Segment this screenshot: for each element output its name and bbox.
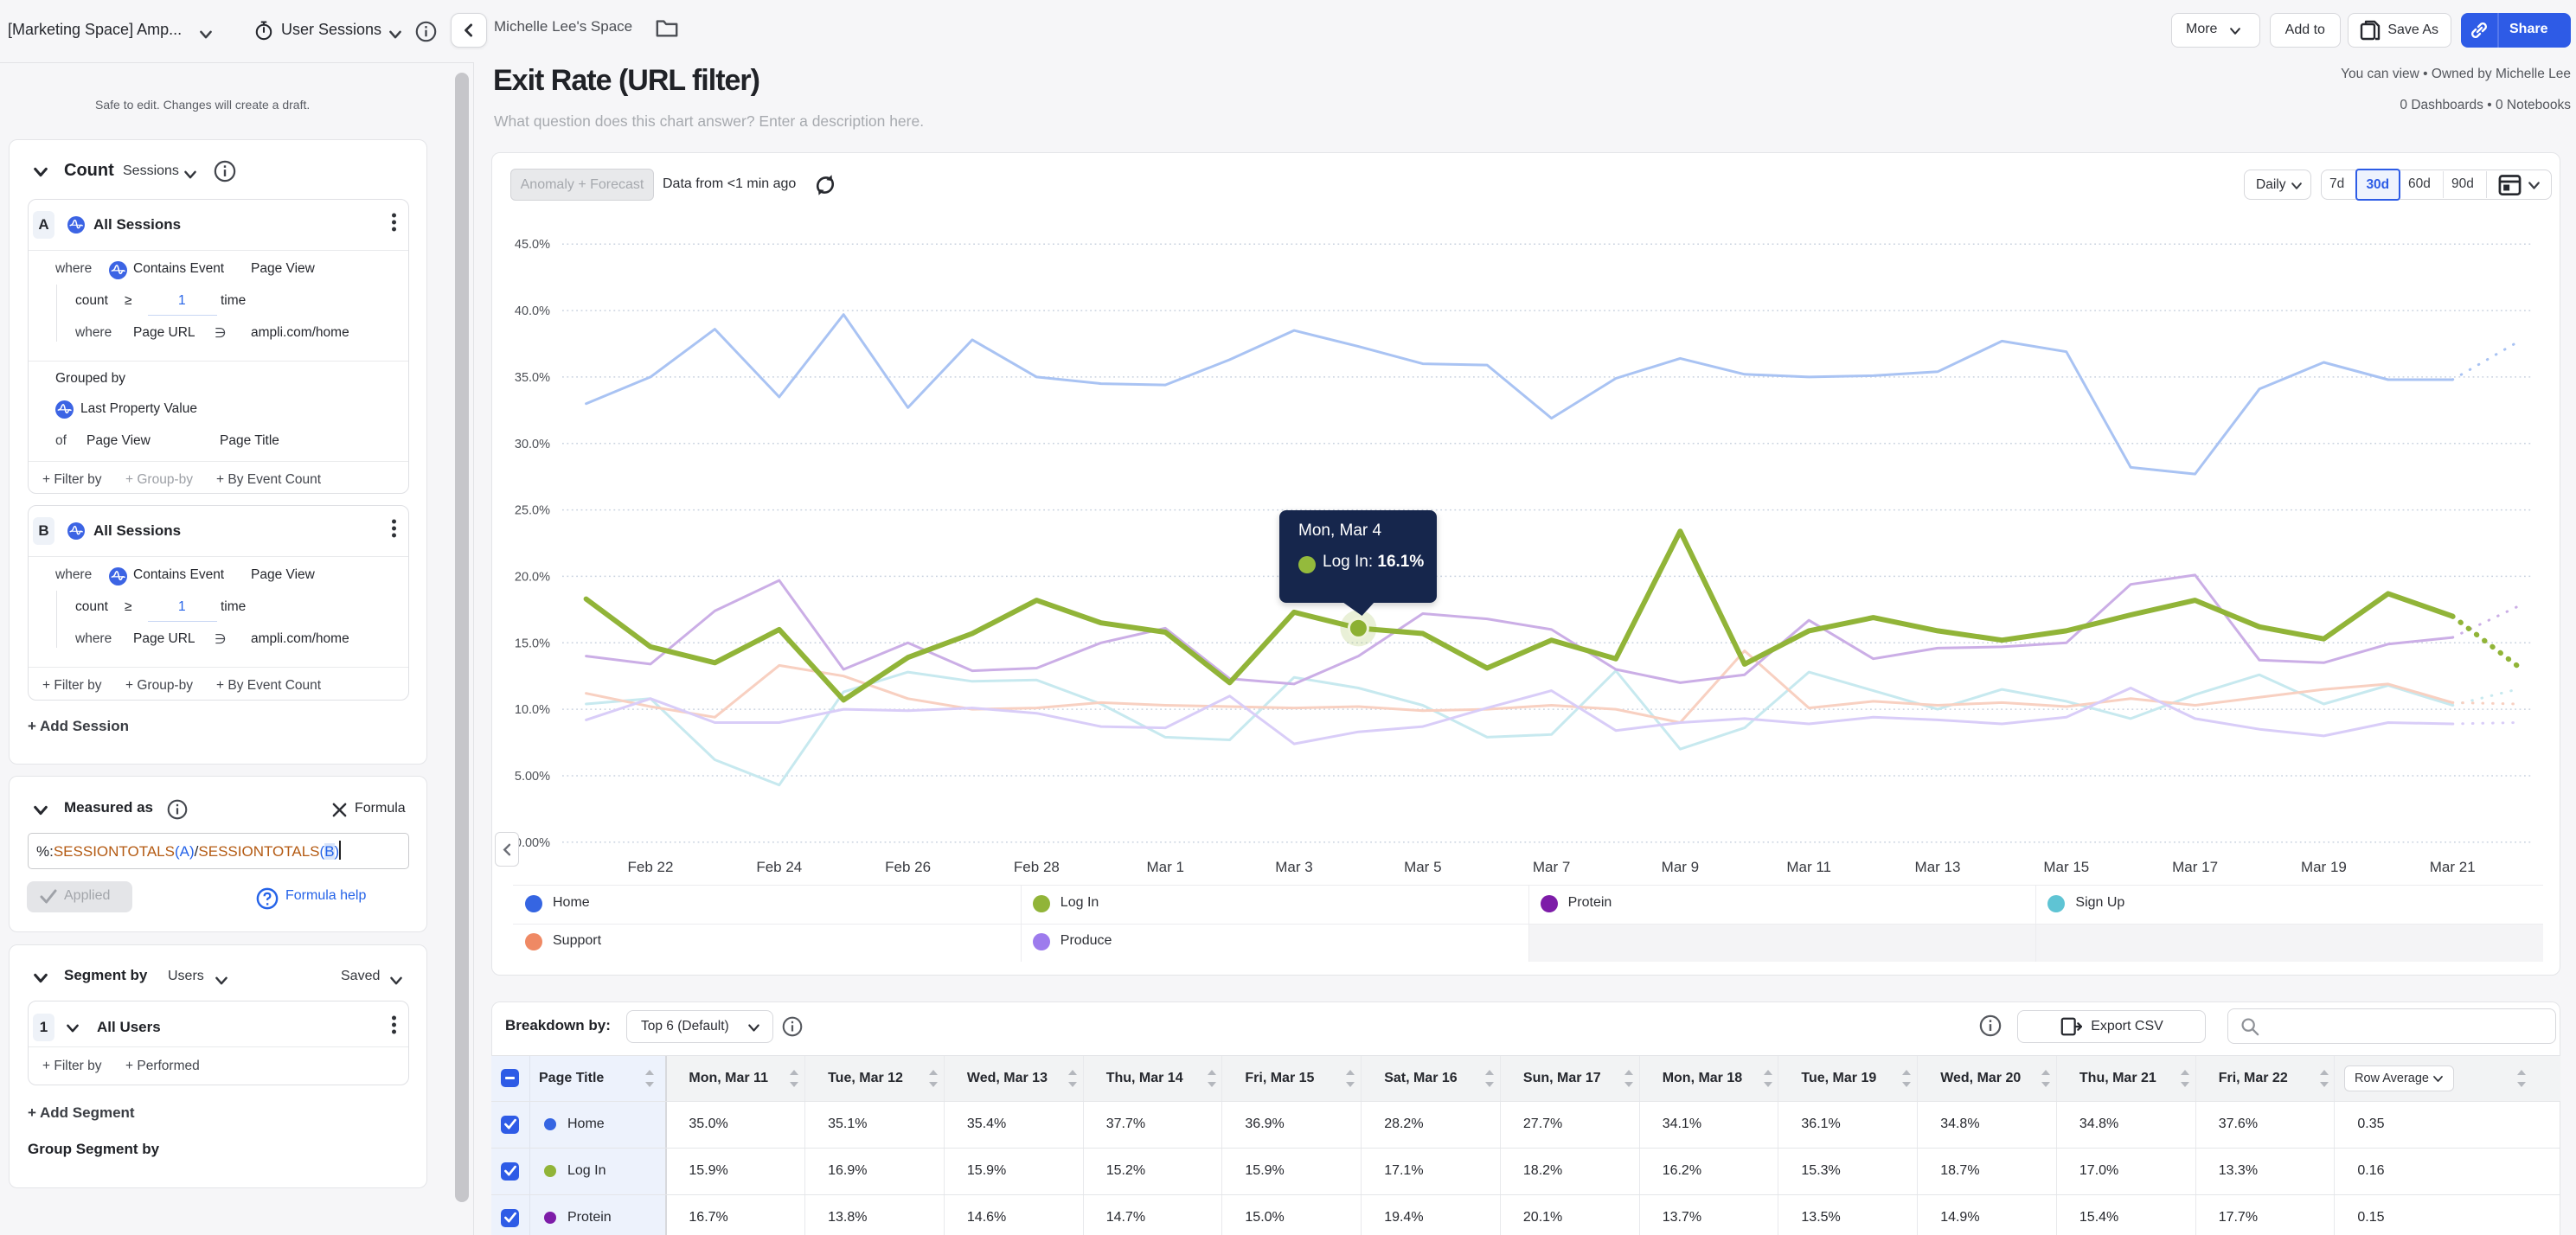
svg-text:Mar 21: Mar 21: [2430, 859, 2476, 875]
svg-text:0.00%: 0.00%: [515, 836, 550, 850]
svg-text:Mar 3: Mar 3: [1275, 859, 1312, 875]
svg-text:Mar 19: Mar 19: [2301, 859, 2347, 875]
svg-text:15.0%: 15.0%: [515, 637, 550, 650]
svg-text:Mar 17: Mar 17: [2172, 859, 2218, 875]
svg-text:40.0%: 40.0%: [515, 304, 550, 318]
svg-text:35.0%: 35.0%: [515, 371, 550, 385]
svg-text:Mar 1: Mar 1: [1146, 859, 1183, 875]
svg-text:10.0%: 10.0%: [515, 703, 550, 717]
svg-text:Mar 15: Mar 15: [2043, 859, 2089, 875]
svg-text:Feb 22: Feb 22: [628, 859, 674, 875]
svg-text:Mar 9: Mar 9: [1662, 859, 1699, 875]
svg-text:25.0%: 25.0%: [515, 504, 550, 518]
svg-text:20.0%: 20.0%: [515, 570, 550, 584]
svg-text:Mar 13: Mar 13: [1915, 859, 1961, 875]
svg-text:Mar 5: Mar 5: [1404, 859, 1441, 875]
svg-text:Mar 7: Mar 7: [1533, 859, 1570, 875]
svg-text:Feb 28: Feb 28: [1014, 859, 1060, 875]
svg-text:Feb 26: Feb 26: [885, 859, 931, 875]
svg-text:30.0%: 30.0%: [515, 438, 550, 451]
svg-text:45.0%: 45.0%: [515, 238, 550, 252]
svg-text:Mar 11: Mar 11: [1786, 859, 1831, 875]
svg-text:5.00%: 5.00%: [515, 770, 550, 784]
svg-text:Feb 24: Feb 24: [756, 859, 802, 875]
